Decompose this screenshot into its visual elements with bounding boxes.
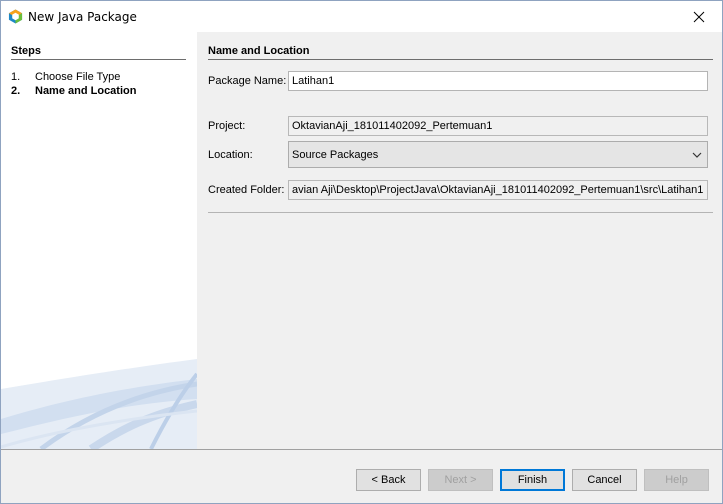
- step-item-name-and-location: 2. Name and Location: [11, 85, 136, 97]
- steps-panel: Steps 1. Choose File Type 2. Name and Loca…: [1, 32, 197, 449]
- step-number: 1.: [11, 71, 21, 83]
- back-button[interactable]: < Back: [356, 469, 421, 491]
- project-label: Project:: [208, 120, 246, 132]
- steps-divider: [11, 59, 186, 60]
- title-bar[interactable]: New Java Package: [1, 1, 722, 32]
- window-title: New Java Package: [28, 10, 137, 24]
- step-number: 2.: [11, 85, 21, 97]
- help-button[interactable]: Help: [644, 469, 709, 491]
- created-folder-label: Created Folder:: [208, 184, 285, 196]
- decorative-swoosh-graphic: [1, 359, 197, 449]
- dialog-window: New Java Package Steps 1. Choose File Typ…: [0, 0, 723, 504]
- step-item-choose-file-type: 1. Choose File Type: [11, 71, 120, 83]
- created-folder-field: avian Aji\Desktop\ProjectJava\OktavianAj…: [288, 180, 708, 200]
- section-divider: [208, 59, 713, 60]
- package-name-input[interactable]: Latihan1: [288, 71, 708, 91]
- netbeans-logo-icon: [8, 9, 23, 24]
- main-panel: Name and Location Package Name: Latihan1…: [197, 32, 722, 449]
- cancel-button[interactable]: Cancel: [572, 469, 637, 491]
- step-label: Name and Location: [35, 85, 137, 97]
- close-button[interactable]: [676, 1, 722, 32]
- steps-heading: Steps: [11, 45, 41, 57]
- location-selected-value: Source Packages: [292, 149, 379, 161]
- close-icon: [693, 11, 705, 22]
- section-title: Name and Location: [208, 45, 310, 57]
- step-label: Choose File Type: [35, 71, 121, 83]
- project-field: OktavianAji_181011402092_Pertemuan1: [288, 116, 708, 136]
- location-select[interactable]: Source Packages: [288, 141, 708, 168]
- package-name-label: Package Name:: [208, 75, 287, 87]
- finish-button[interactable]: Finish: [500, 469, 565, 491]
- chevron-down-icon: [692, 152, 702, 158]
- location-label: Location:: [208, 149, 253, 161]
- button-bar: < Back Next > Finish Cancel Help: [1, 449, 722, 503]
- bottom-divider: [208, 212, 713, 213]
- next-button[interactable]: Next >: [428, 469, 493, 491]
